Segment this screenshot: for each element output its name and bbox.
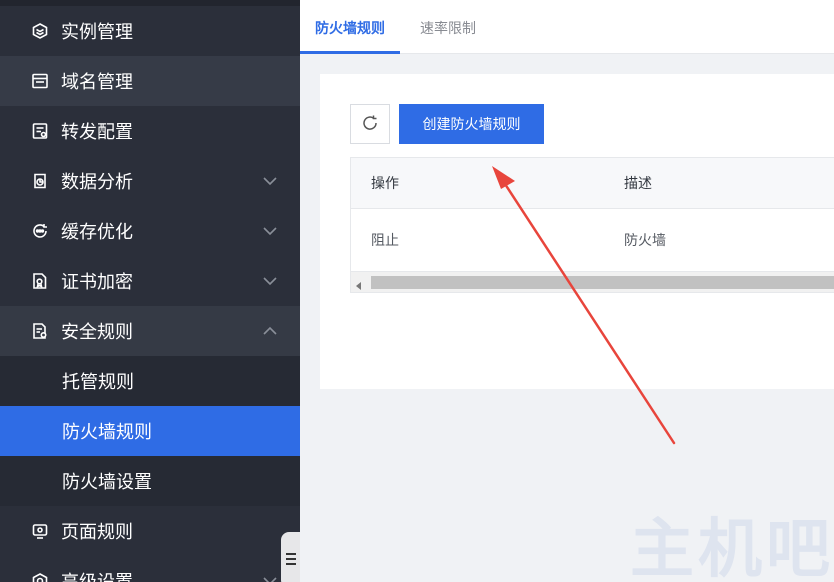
sidebar-item-label: 域名管理: [61, 72, 133, 93]
layers-icon: [31, 22, 49, 40]
sidebar-item-label: 转发配置: [61, 122, 133, 143]
security-doc-icon: [31, 322, 49, 340]
cache-icon: [31, 222, 49, 240]
sidebar-item-label: 实例管理: [61, 22, 133, 43]
advanced-icon: [31, 572, 49, 582]
sidebar-item-page-rules[interactable]: 页面规则: [0, 506, 300, 556]
tab-rate-limit[interactable]: 速率限制: [420, 0, 476, 54]
sidebar-item-domains[interactable]: 域名管理: [0, 56, 300, 106]
forward-config-icon: [31, 122, 49, 140]
chevron-down-icon: [262, 273, 278, 289]
sidebar-subitem-firewall-rules[interactable]: 防火墙规则: [0, 406, 300, 456]
tab-firewall-rules[interactable]: 防火墙规则: [300, 0, 400, 54]
column-header-description: 描述: [624, 176, 652, 192]
sidebar-item-label: 安全规则: [61, 322, 133, 343]
certificate-icon: [31, 272, 49, 290]
chevron-down-icon: [262, 173, 278, 189]
horizontal-scrollbar[interactable]: [351, 271, 834, 292]
cell-action: 阻止: [371, 233, 399, 249]
sidebar-item-certificates[interactable]: 证书加密: [0, 256, 300, 306]
tab-bar: 防火墙规则 速率限制: [300, 0, 834, 54]
cell-description: 防火墙: [624, 233, 666, 249]
window-icon: [31, 72, 49, 90]
sidebar-item-analytics[interactable]: 数据分析: [0, 156, 300, 206]
table-header: 操作 描述: [351, 158, 834, 209]
sidebar-item-label: 页面规则: [61, 522, 133, 543]
refresh-button[interactable]: [350, 104, 390, 144]
rules-table: 操作 描述 阻止 防火墙: [350, 157, 834, 293]
create-firewall-rule-button[interactable]: 创建防火墙规则: [399, 104, 544, 144]
scroll-left-arrow-icon[interactable]: [353, 277, 365, 290]
sidebar-item-label: 托管规则: [62, 372, 134, 393]
sidebar-subitem-managed-rules[interactable]: 托管规则: [0, 356, 300, 406]
sidebar-item-label: 证书加密: [61, 272, 133, 293]
sidebar-item-label: 防火墙设置: [62, 472, 152, 493]
sidebar: 实例管理 域名管理 转发配置 数据分析 缓存优化 证书加密 安全规则 托管规则 …: [0, 0, 300, 582]
page-rule-icon: [31, 522, 49, 540]
menu-lines-icon: [285, 551, 297, 570]
sidebar-item-forwarding[interactable]: 转发配置: [0, 106, 300, 156]
scrollbar-thumb[interactable]: [371, 276, 834, 289]
sidebar-subitem-firewall-settings[interactable]: 防火墙设置: [0, 456, 300, 506]
sidebar-item-label: 缓存优化: [61, 222, 133, 243]
sidebar-item-instances[interactable]: 实例管理: [0, 6, 300, 56]
table-row[interactable]: 阻止 防火墙: [351, 209, 834, 271]
chevron-down-icon: [262, 573, 278, 582]
sidebar-item-label: 高级设置: [61, 568, 133, 582]
chevron-down-icon: [262, 223, 278, 239]
content-card: 创建防火墙规则 操作 描述 阻止 防火墙: [320, 74, 834, 389]
column-header-action: 操作: [371, 176, 399, 192]
sidebar-item-advanced[interactable]: 高级设置: [0, 556, 300, 582]
watermark: 主机吧: [630, 512, 834, 582]
sidebar-item-label: 数据分析: [61, 172, 133, 193]
chevron-up-icon: [262, 323, 278, 339]
refresh-icon: [361, 114, 379, 135]
sidebar-collapse-handle[interactable]: [281, 532, 300, 582]
sidebar-item-label: 防火墙规则: [62, 422, 152, 443]
sidebar-item-cache[interactable]: 缓存优化: [0, 206, 300, 256]
chart-icon: [31, 172, 49, 190]
sidebar-item-security-rules[interactable]: 安全规则: [0, 306, 300, 356]
